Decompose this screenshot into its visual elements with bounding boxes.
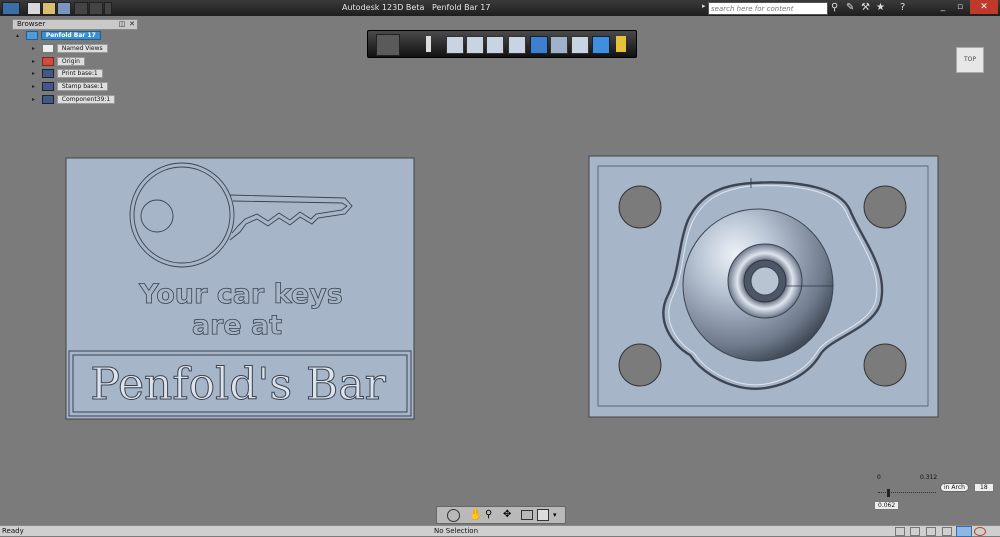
visibility-eye-icon[interactable]	[41, 95, 54, 104]
pattern-icon[interactable]	[508, 36, 526, 54]
expand-icon[interactable]: ▸	[32, 57, 40, 66]
tree-item-stamp-base[interactable]: ▸ Stamp base:1	[32, 82, 109, 91]
tree-item-label: Component39:1	[56, 95, 116, 104]
mount-hole	[618, 343, 662, 387]
tree-item-named-views[interactable]: ▸ Named Views	[32, 44, 108, 53]
scale-ruler: 0 0.312 0.062 in Arch 18	[868, 472, 998, 512]
main-menu-cube-icon[interactable]	[376, 34, 400, 56]
nav-dropdown-icon[interactable]: ▾	[553, 509, 557, 521]
sign-line-1: Your car keys	[138, 279, 343, 310]
grouping-icon[interactable]	[530, 36, 548, 54]
ruler-min: 0	[877, 474, 881, 481]
expand-icon[interactable]: ▸	[32, 95, 40, 104]
origin-icon	[41, 57, 54, 66]
status-bar: Ready No Selection	[0, 525, 1000, 537]
expand-icon[interactable]: ▸	[32, 82, 40, 91]
mount-hole	[863, 343, 907, 387]
ruler-slider-handle[interactable]	[887, 489, 890, 497]
shaded-view-icon[interactable]	[956, 526, 972, 537]
ruler-value[interactable]: 0.062	[874, 501, 900, 510]
combine-icon[interactable]	[550, 36, 568, 54]
view-cube-label: TOP	[963, 56, 976, 63]
materials-icon[interactable]	[616, 36, 626, 52]
visibility-eye-icon[interactable]	[41, 69, 54, 78]
mount-hole	[618, 185, 662, 229]
scale-field[interactable]: 18	[974, 483, 994, 492]
browser-close-icon[interactable]: ✕	[128, 20, 136, 28]
primitives-box-icon[interactable]	[446, 36, 464, 54]
tree-root[interactable]: ▴ Penfold Bar 17	[16, 31, 101, 40]
stamp-plate[interactable]	[588, 155, 939, 418]
tree-item-origin[interactable]: ▸ Origin	[32, 57, 85, 66]
main-toolbar	[367, 30, 637, 58]
navigation-bar: ✋ ⚲ ✥ ▾	[436, 506, 566, 524]
modify-icon[interactable]	[486, 36, 504, 54]
browser-header: Browser ◫ ✕	[12, 19, 138, 30]
visibility-eye-icon[interactable]	[41, 82, 54, 91]
unit-button[interactable]: in Arch	[940, 483, 969, 492]
collapse-icon[interactable]: ▴	[16, 31, 24, 40]
tree-item-component39[interactable]: ▸ Component39:1	[32, 95, 116, 104]
zoom-icon[interactable]: ⚲	[485, 508, 492, 521]
tree-item-label: Origin	[56, 57, 85, 66]
view-options-icon[interactable]	[537, 509, 549, 521]
expand-icon[interactable]: ▸	[32, 69, 40, 78]
expand-icon[interactable]: ▸	[32, 44, 40, 53]
ruler-max: 0.312	[920, 474, 938, 481]
views-icon	[41, 44, 54, 53]
tree-item-print-base[interactable]: ▸ Print base:1	[32, 69, 103, 78]
tree-item-label: Print base:1	[56, 69, 103, 78]
browser-pin-icon[interactable]: ◫	[118, 20, 126, 28]
fit-view-icon[interactable]: ✥	[503, 508, 511, 521]
sign-line-3: Penfold's Bar	[90, 359, 386, 410]
model-viewport[interactable]: Your car keys are at Penfold's Bar	[0, 0, 1000, 535]
mount-hole	[863, 185, 907, 229]
view-cube[interactable]: TOP	[956, 47, 984, 73]
tree-item-label: Stamp base:1	[56, 82, 109, 91]
sign-plate[interactable]: Your car keys are at Penfold's Bar	[65, 157, 415, 420]
assembly-icon	[25, 31, 38, 40]
browser-title: Browser	[17, 20, 46, 28]
tree-item-label: Named Views	[56, 44, 108, 53]
tree-root-label: Penfold Bar 17	[40, 31, 101, 40]
text-3d-icon[interactable]	[592, 36, 610, 54]
look-at-icon[interactable]	[521, 510, 533, 520]
orbit-icon[interactable]	[447, 509, 460, 522]
pencil-sketch-icon[interactable]	[426, 36, 431, 52]
pan-hand-icon[interactable]: ✋	[469, 508, 483, 521]
measure-icon[interactable]	[571, 36, 589, 54]
construct-icon[interactable]	[466, 36, 484, 54]
sign-line-2: are at	[192, 310, 282, 341]
